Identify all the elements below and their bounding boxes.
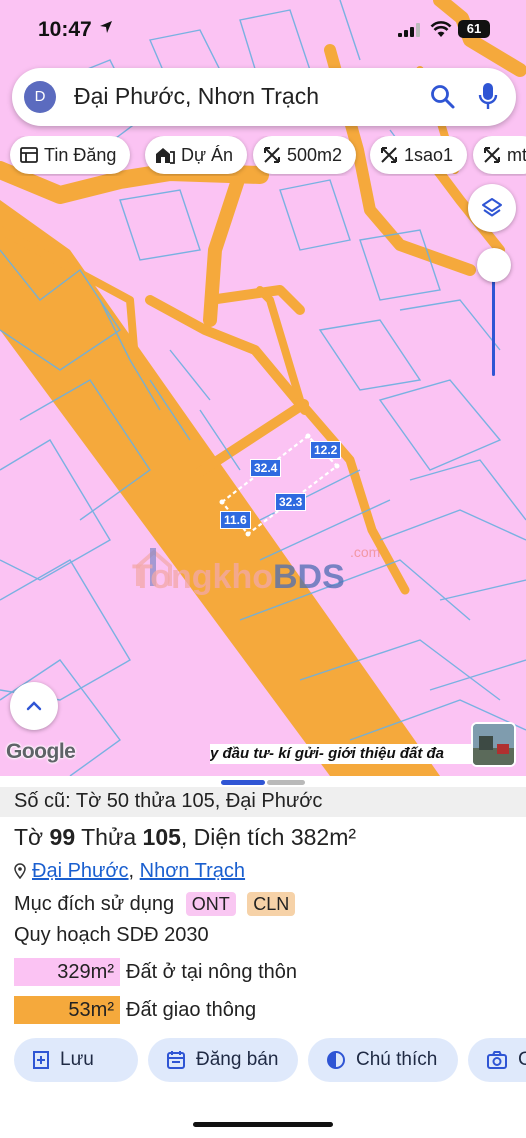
land-use-row-traffic: 53m² Đất giao thông	[14, 996, 256, 1024]
purpose-label: Mục đích sử dụng	[14, 893, 175, 915]
land-use-label: Đất ở tại nông thôn	[126, 960, 298, 983]
sheet-handle-inactive[interactable]	[267, 780, 305, 785]
avatar[interactable]: D	[24, 81, 56, 113]
microphone-icon[interactable]	[478, 82, 498, 112]
old-parcel-row: Số cũ: Tờ 50 thửa 105, Đại Phước	[0, 787, 526, 817]
search-query[interactable]: Đại Phước, Nhơn Trạch	[74, 83, 319, 110]
calendar-icon	[167, 1051, 185, 1069]
search-icon[interactable]	[430, 84, 456, 110]
contrast-icon	[327, 1051, 345, 1069]
old-parcel-text: Số cũ: Tờ 50 thửa 105, Đại Phước	[14, 790, 323, 812]
legend-button[interactable]: Chú thích	[308, 1038, 458, 1082]
address-separator: ,	[128, 860, 140, 882]
save-label: Lưu	[60, 1049, 94, 1070]
parcel-info-sheet[interactable]: Số cũ: Tờ 50 thửa 105, Đại Phước Tờ 99 T…	[0, 776, 526, 1138]
sheet-label: Tờ	[14, 824, 50, 850]
chip-du-an[interactable]: Dự Án	[145, 136, 248, 174]
area-icon	[264, 147, 280, 163]
land-use-area: 329m²	[14, 958, 120, 986]
newspaper-icon	[20, 147, 38, 163]
land-use-row-residential: 329m² Đất ở tại nông thôn	[14, 958, 297, 986]
post-sale-label: Đăng bán	[196, 1049, 279, 1070]
action-buttons: Lưu Đăng bán Chú thích C	[0, 1038, 526, 1084]
plan-label: Quy hoạch SDĐ 2030	[14, 924, 209, 946]
layers-button[interactable]	[468, 184, 516, 232]
expand-up-button[interactable]	[10, 682, 58, 730]
status-bar: 10:47 61	[0, 0, 526, 60]
camera-button[interactable]: C	[468, 1038, 526, 1082]
chip-500m2[interactable]: 500m2	[253, 136, 357, 174]
chevron-up-icon	[26, 701, 42, 711]
ward-link[interactable]: Đại Phước	[32, 860, 129, 882]
dimension-label-north: 32.4	[250, 459, 282, 477]
watermark: TongkhoBDS .com	[132, 544, 380, 597]
chip-label: Tin Đăng	[44, 144, 117, 165]
watermark-right: BDS	[273, 558, 345, 596]
dimension-label-west: 11.6	[220, 511, 251, 529]
layers-icon	[482, 198, 502, 217]
add-bookmark-icon	[33, 1051, 49, 1069]
street-view-image	[473, 724, 514, 765]
battery-indicator: 61	[458, 20, 490, 38]
chip-1sao1[interactable]: 1sao1	[370, 136, 468, 174]
lot-label: Thửa	[75, 824, 143, 850]
area-icon	[484, 147, 500, 163]
chip-label: Dự Án	[181, 144, 234, 165]
camera-icon	[487, 1051, 507, 1069]
watermark-left: Tongkho	[132, 558, 273, 596]
buildings-icon	[156, 148, 175, 164]
dimension-label-south: 32.3	[275, 493, 307, 511]
filter-chips: Tin Đăng Dự Án 500m2 1sao1 mt	[0, 136, 526, 176]
legend-label: Chú thích	[356, 1049, 438, 1070]
sheet-handle-active[interactable]	[221, 780, 265, 785]
street-view-thumbnail[interactable]	[471, 722, 516, 767]
district-link[interactable]: Nhơn Trạch	[140, 860, 245, 882]
opacity-slider-knob[interactable]	[477, 248, 511, 282]
land-use-area: 53m²	[14, 996, 120, 1024]
purpose-tag-ont: ONT	[185, 892, 236, 916]
chip-label: 1sao1	[404, 144, 454, 165]
area-icon	[381, 147, 397, 163]
land-use-label: Đất giao thông	[126, 998, 257, 1021]
location-pin-icon	[14, 863, 26, 880]
parcel-title: Tờ 99 Thửa 105, Diện tích 382m²	[14, 824, 356, 851]
search-bar[interactable]: D Đại Phước, Nhơn Trạch	[12, 68, 516, 126]
parcel-area: , Diện tích 382m²	[180, 824, 357, 850]
opacity-slider-track[interactable]	[492, 270, 495, 376]
location-arrow-icon	[100, 21, 112, 33]
watermark-suffix: .com	[350, 544, 381, 560]
wifi-icon	[430, 21, 452, 37]
status-time: 10:47	[38, 18, 92, 41]
purpose-tag-cln: CLN	[247, 892, 296, 916]
land-purpose-row: Mục đích sử dụng ONT CLN	[14, 892, 296, 916]
post-sale-button[interactable]: Đăng bán	[148, 1038, 298, 1082]
lot-number: 105	[142, 824, 181, 850]
chip-tin-dang[interactable]: Tin Đăng	[10, 136, 131, 174]
app-screen: 32.4 12.2 32.3 11.6 TongkhoBDS .com Goog…	[0, 0, 526, 1138]
address-row: Đại Phước, Nhơn Trạch	[14, 860, 245, 883]
save-button[interactable]: Lưu	[14, 1038, 138, 1082]
chip-mt[interactable]: mt	[473, 136, 526, 174]
cellular-signal-icon	[398, 23, 420, 37]
sheet-number: 99	[49, 824, 76, 850]
home-indicator[interactable]	[193, 1122, 333, 1127]
chip-label: mt	[507, 144, 526, 165]
camera-label: C	[518, 1049, 526, 1070]
chip-label: 500m2	[287, 144, 343, 165]
video-caption: y đầu tư- kí gửi- giới thiệu đất đa	[210, 744, 472, 764]
google-logo: Google	[6, 740, 76, 763]
dimension-label-east: 12.2	[310, 441, 342, 459]
